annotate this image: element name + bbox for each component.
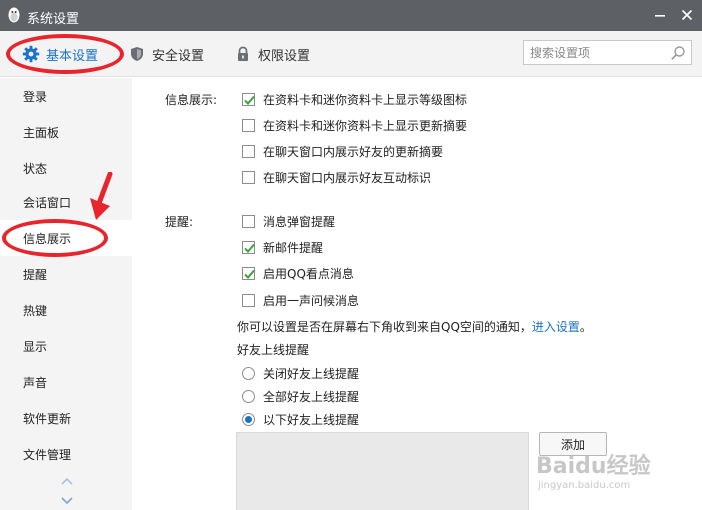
close-icon — [681, 9, 693, 21]
watermark-url: jingyan.baidu.com — [538, 480, 631, 491]
title-bar: 系统设置 — [0, 0, 702, 31]
tab-basic-settings-label: 基本设置 — [46, 48, 99, 64]
radio-label: 关闭好友上线提醒 — [263, 366, 360, 381]
option-new-mail[interactable]: 新邮件提醒 — [242, 239, 323, 255]
sidebar-item-software-update[interactable]: 软件更新 — [0, 400, 132, 436]
checkmark-icon — [244, 95, 255, 105]
friend-list-box[interactable] — [236, 432, 529, 510]
tab-permission-settings[interactable]: 权限设置 — [234, 31, 310, 77]
option-show-update-summary-card[interactable]: 在资料卡和迷你资料卡上显示更新摘要 — [242, 117, 467, 133]
option-show-level-icon[interactable]: 在资料卡和迷你资料卡上显示等级图标 — [242, 91, 467, 107]
option-label: 在聊天窗口内展示好友的更新摘要 — [263, 144, 444, 159]
sidebar-item-info-display[interactable]: 信息展示 — [0, 220, 132, 256]
option-greeting-message[interactable]: 启用一声问候消息 — [242, 292, 359, 308]
option-message-popup[interactable]: 消息弹窗提醒 — [242, 213, 335, 229]
checkbox[interactable] — [242, 214, 255, 228]
baidu-jingyan-watermark: Baidu经验 jingyan.baidu.com — [536, 448, 666, 498]
option-qq-kandian[interactable]: 启用QQ看点消息 — [242, 265, 354, 281]
friend-online-title: 好友上线提醒 — [237, 343, 310, 357]
option-label: 启用一声问候消息 — [263, 293, 360, 308]
search-icon[interactable] — [670, 45, 686, 61]
tab-security-settings-label: 安全设置 — [152, 48, 205, 64]
radio-button-selected[interactable] — [242, 412, 255, 426]
watermark-logo-text: Baidu经验 — [536, 454, 651, 479]
sidebar-scroll-arrows[interactable] — [60, 476, 74, 506]
checkbox-checked[interactable] — [242, 240, 255, 254]
checkbox-checked[interactable] — [242, 92, 255, 106]
option-label: 消息弹窗提醒 — [263, 214, 336, 229]
qzone-notification-note: 你可以设置是否在屏幕右下角收到来自QQ空间的通知，进入设置。 — [237, 318, 592, 335]
option-show-friend-interaction[interactable]: 在聊天窗口内展示好友互动标识 — [242, 169, 431, 185]
radio-selected-friends-online[interactable]: 以下好友上线提醒 — [242, 411, 359, 427]
gear-icon — [22, 45, 40, 63]
option-label: 启用QQ看点消息 — [263, 266, 354, 281]
settings-search-box[interactable] — [523, 40, 692, 65]
settings-sidebar: 登录 主面板 状态 会话窗口 信息展示 提醒 热键 显示 声音 软件更新 文件管… — [0, 78, 132, 510]
option-label: 在资料卡和迷你资料卡上显示更新摘要 — [263, 118, 468, 133]
chevron-up-icon — [61, 477, 73, 485]
window-title: 系统设置 — [27, 12, 80, 27]
note-text: 你可以设置是否在屏幕右下角收到来自QQ空间的通知， — [237, 320, 532, 334]
radio-button[interactable] — [242, 366, 255, 380]
checkmark-icon — [244, 269, 255, 279]
radio-disable-friend-online[interactable]: 关闭好友上线提醒 — [242, 365, 359, 381]
minimize-icon — [655, 15, 665, 17]
sidebar-item-sound[interactable]: 声音 — [0, 364, 132, 400]
sidebar-item-reminder[interactable]: 提醒 — [0, 256, 132, 292]
note-end: 。 — [579, 320, 592, 334]
radio-all-friends-online[interactable]: 全部好友上线提醒 — [242, 388, 359, 404]
tab-basic-settings[interactable]: 基本设置 — [22, 31, 98, 77]
option-label: 新邮件提醒 — [263, 240, 324, 255]
radio-label: 全部好友上线提醒 — [263, 389, 360, 404]
tab-permission-settings-label: 权限设置 — [258, 48, 311, 64]
settings-content: 信息展示: 在资料卡和迷你资料卡上显示等级图标 在资料卡和迷你资料卡上显示更新摘… — [132, 78, 702, 510]
radio-button[interactable] — [242, 389, 255, 403]
sidebar-item-file-management[interactable]: 文件管理 — [0, 436, 132, 472]
sidebar-item-hotkeys[interactable]: 热键 — [0, 292, 132, 328]
lock-icon — [234, 45, 252, 63]
annotation-arrow-icon — [90, 172, 113, 220]
sidebar-item-display[interactable]: 显示 — [0, 328, 132, 364]
sidebar-item-main-panel[interactable]: 主面板 — [0, 114, 132, 150]
option-show-friend-update-summary[interactable]: 在聊天窗口内展示好友的更新摘要 — [242, 143, 443, 159]
checkmark-icon — [244, 243, 255, 253]
sidebar-item-login[interactable]: 登录 — [0, 78, 132, 114]
checkbox[interactable] — [242, 170, 255, 184]
info-display-section-label: 信息展示: — [165, 93, 218, 107]
option-label: 在资料卡和迷你资料卡上显示等级图标 — [263, 92, 468, 107]
search-input[interactable] — [530, 44, 665, 62]
minimize-button[interactable] — [650, 5, 670, 25]
enter-settings-link[interactable]: 进入设置 — [532, 320, 580, 334]
qq-penguin-icon — [6, 6, 22, 24]
option-label: 在聊天窗口内展示好友互动标识 — [263, 170, 432, 185]
radio-label: 以下好友上线提醒 — [263, 412, 360, 427]
close-button[interactable] — [677, 5, 697, 25]
settings-tab-bar: 基本设置 安全设置 权限设置 — [0, 31, 702, 77]
tab-security-settings[interactable]: 安全设置 — [128, 31, 204, 77]
checkbox[interactable] — [242, 293, 255, 307]
checkbox-checked[interactable] — [242, 266, 255, 280]
checkbox[interactable] — [242, 144, 255, 158]
shield-icon — [128, 45, 146, 63]
reminder-section-label: 提醒: — [165, 215, 194, 229]
checkbox[interactable] — [242, 118, 255, 132]
chevron-down-icon — [61, 497, 73, 505]
